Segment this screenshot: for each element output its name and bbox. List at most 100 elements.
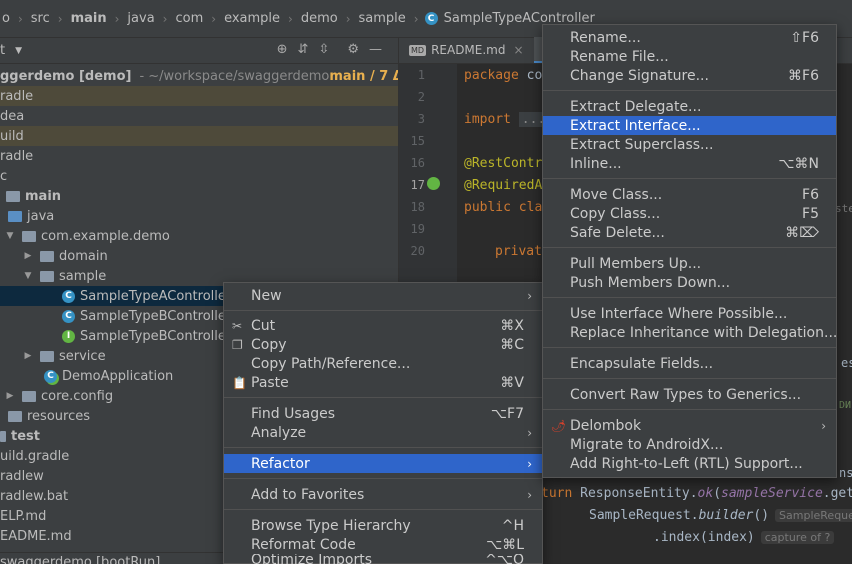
breadcrumb-item-root[interactable]: o › bbox=[0, 11, 29, 26]
tab-label: README.md bbox=[431, 43, 506, 57]
breadcrumb-item-com[interactable]: com › bbox=[173, 11, 222, 26]
code-text: () bbox=[753, 508, 770, 523]
menu-item-convert-raw-types[interactable]: Convert Raw Types to Generics... bbox=[543, 385, 836, 404]
tree-item-idea[interactable]: dea bbox=[0, 106, 398, 126]
locate-icon[interactable]: ⊕ bbox=[277, 42, 288, 57]
code-line-index[interactable]: .index(index) capture of ? bbox=[653, 530, 835, 545]
spring-bean-gutter-icon[interactable] bbox=[427, 177, 440, 190]
menu-item-rename[interactable]: Rename... ⇧F6 bbox=[543, 28, 836, 47]
menu-item-copy-path[interactable]: Copy Path/Reference... bbox=[224, 354, 542, 373]
class-icon: C bbox=[62, 289, 75, 303]
menu-item-rename-file[interactable]: Rename File... bbox=[543, 47, 836, 66]
breadcrumb-item-main[interactable]: main › bbox=[69, 11, 126, 26]
menu-item-paste[interactable]: 📋 Paste ⌘V bbox=[224, 373, 542, 392]
menu-label: Copy Class... bbox=[570, 205, 661, 222]
tab-readme[interactable]: MD README.md × bbox=[399, 37, 534, 63]
menu-item-inline[interactable]: Inline... ⌥⌘N bbox=[543, 154, 836, 173]
code-peek: ns bbox=[839, 466, 852, 480]
chevron-right-icon[interactable]: ▶ bbox=[22, 251, 34, 261]
menu-item-find-usages[interactable]: Find Usages ⌥F7 bbox=[224, 404, 542, 423]
chevron-right-icon[interactable]: ▶ bbox=[4, 391, 16, 401]
menu-item-add-to-favorites[interactable]: Add to Favorites › bbox=[224, 485, 542, 504]
tree-item-com-example-demo[interactable]: ▼ com.example.demo bbox=[0, 226, 398, 246]
crumb-label: java bbox=[127, 11, 155, 26]
menu-shortcut: ⌥F7 bbox=[490, 405, 524, 422]
crumb-label: com bbox=[175, 11, 204, 26]
menu-item-copy-class[interactable]: Copy Class... F5 bbox=[543, 204, 836, 223]
menu-shortcut: ⌥⌘N bbox=[778, 155, 819, 172]
tree-item-java[interactable]: java bbox=[0, 206, 398, 226]
menu-item-extract-superclass[interactable]: Extract Superclass... bbox=[543, 135, 836, 154]
code-line-builder[interactable]: SampleRequest.builder() SampleReque bbox=[589, 508, 852, 523]
code-line-17[interactable]: public clas bbox=[464, 200, 550, 215]
project-view-title[interactable]: t bbox=[0, 43, 5, 58]
menu-item-safe-delete[interactable]: Safe Delete... ⌘⌦ bbox=[543, 223, 836, 242]
source-folder-icon bbox=[8, 210, 22, 222]
menu-item-copy[interactable]: ❐ Copy ⌘C bbox=[224, 335, 542, 354]
expand-all-icon[interactable]: ⇵ bbox=[298, 42, 309, 57]
tree-item-gradle-dir[interactable]: radle bbox=[0, 86, 398, 106]
menu-item-use-interface[interactable]: Use Interface Where Possible... bbox=[543, 304, 836, 323]
tree-label: test bbox=[11, 428, 40, 444]
menu-item-cut[interactable]: ✂ Cut ⌘X bbox=[224, 316, 542, 335]
line-number: 3 bbox=[417, 112, 425, 126]
menu-item-browse-type-hierarchy[interactable]: Browse Type Hierarchy ^H bbox=[224, 516, 542, 535]
gear-icon[interactable]: ⚙ bbox=[347, 42, 359, 57]
menu-label: Analyze bbox=[251, 424, 307, 441]
menu-item-extract-interface[interactable]: Extract Interface... bbox=[543, 116, 836, 135]
breadcrumb-item-sample[interactable]: sample › bbox=[357, 11, 425, 26]
tree-root[interactable]: ggerdemo [demo] - ~/workspace/swaggerdem… bbox=[0, 66, 403, 86]
tree-item-gradle[interactable]: radle bbox=[0, 146, 398, 166]
tree-item-build[interactable]: uild bbox=[0, 126, 398, 146]
menu-label: Inline... bbox=[570, 155, 622, 172]
code-line-1[interactable]: package com bbox=[464, 68, 550, 83]
close-icon[interactable]: × bbox=[514, 43, 524, 57]
project-root-path: - ~/workspace/swaggerdemo bbox=[139, 68, 330, 84]
project-tools: ⊕ ⇵ ⇳ ⚙ — bbox=[277, 42, 382, 57]
minimize-icon[interactable]: — bbox=[369, 42, 382, 57]
menu-item-delombok[interactable]: 🌶 Delombok › bbox=[543, 416, 836, 435]
breadcrumb-item-example[interactable]: example › bbox=[222, 11, 299, 26]
menu-item-replace-inheritance[interactable]: Replace Inheritance with Delegation... bbox=[543, 323, 837, 342]
menu-item-extract-delegate[interactable]: Extract Delegate... bbox=[543, 97, 836, 116]
menu-label: New bbox=[251, 287, 282, 304]
menu-item-add-rtl-support[interactable]: Add Right-to-Left (RTL) Support... bbox=[543, 454, 836, 473]
tree-label: swaggerdemo [bootRun] bbox=[0, 555, 161, 564]
menu-item-optimize-imports[interactable]: Optimize Imports ^⌥O bbox=[224, 554, 542, 564]
tree-item-main[interactable]: main bbox=[0, 186, 398, 206]
crumb-label: example bbox=[224, 11, 281, 26]
menu-item-pull-members-up[interactable]: Pull Members Up... bbox=[543, 254, 836, 273]
menu-item-reformat-code[interactable]: Reformat Code ⌥⌘L bbox=[224, 535, 542, 554]
breadcrumb-item-demo[interactable]: demo › bbox=[299, 11, 357, 26]
menu-label: Move Class... bbox=[570, 186, 663, 203]
project-toolbar: t ▼ ⊕ ⇵ ⇳ ⚙ — bbox=[0, 38, 398, 64]
menu-item-move-class[interactable]: Move Class... F6 bbox=[543, 185, 836, 204]
resources-folder-icon bbox=[8, 410, 22, 422]
tree-label: radlew.bat bbox=[0, 488, 69, 504]
menu-separator bbox=[224, 509, 542, 510]
chevron-down-icon[interactable]: ▼ bbox=[4, 231, 16, 241]
menu-item-push-members-down[interactable]: Push Members Down... bbox=[543, 273, 836, 292]
menu-item-new[interactable]: New › bbox=[224, 286, 542, 305]
code-line-15[interactable]: @RestContro bbox=[464, 156, 550, 171]
breadcrumb-item-java[interactable]: java › bbox=[125, 11, 173, 26]
code-line-return[interactable]: turn ResponseEntity.ok(sampleService.get bbox=[541, 486, 852, 501]
root-path-text: ~/workspace/swaggerdemo bbox=[148, 68, 330, 84]
package-icon bbox=[40, 250, 54, 262]
tree-item-src[interactable]: c bbox=[0, 166, 398, 186]
tree-item-domain[interactable]: ▶ domain bbox=[0, 246, 398, 266]
collapse-all-icon[interactable]: ⇳ bbox=[318, 42, 329, 57]
menu-item-refactor[interactable]: Refactor › bbox=[224, 454, 542, 473]
code-text: .get bbox=[822, 486, 852, 501]
chevron-right-icon[interactable]: ▶ bbox=[22, 351, 34, 361]
menu-item-migrate-androidx[interactable]: Migrate to AndroidX... bbox=[543, 435, 836, 454]
code-line-3[interactable]: import ... bbox=[464, 112, 549, 127]
chevron-right-icon: › bbox=[413, 11, 419, 26]
chevron-down-icon[interactable]: ▼ bbox=[15, 46, 22, 56]
menu-item-analyze[interactable]: Analyze › bbox=[224, 423, 542, 442]
breadcrumb-item-src[interactable]: src › bbox=[29, 11, 69, 26]
menu-item-change-signature[interactable]: Change Signature... ⌘F6 bbox=[543, 66, 836, 85]
chevron-down-icon[interactable]: ▼ bbox=[22, 271, 34, 281]
code-line-16[interactable]: @RequiredAr bbox=[464, 178, 550, 193]
menu-item-encapsulate-fields[interactable]: Encapsulate Fields... bbox=[543, 354, 836, 373]
